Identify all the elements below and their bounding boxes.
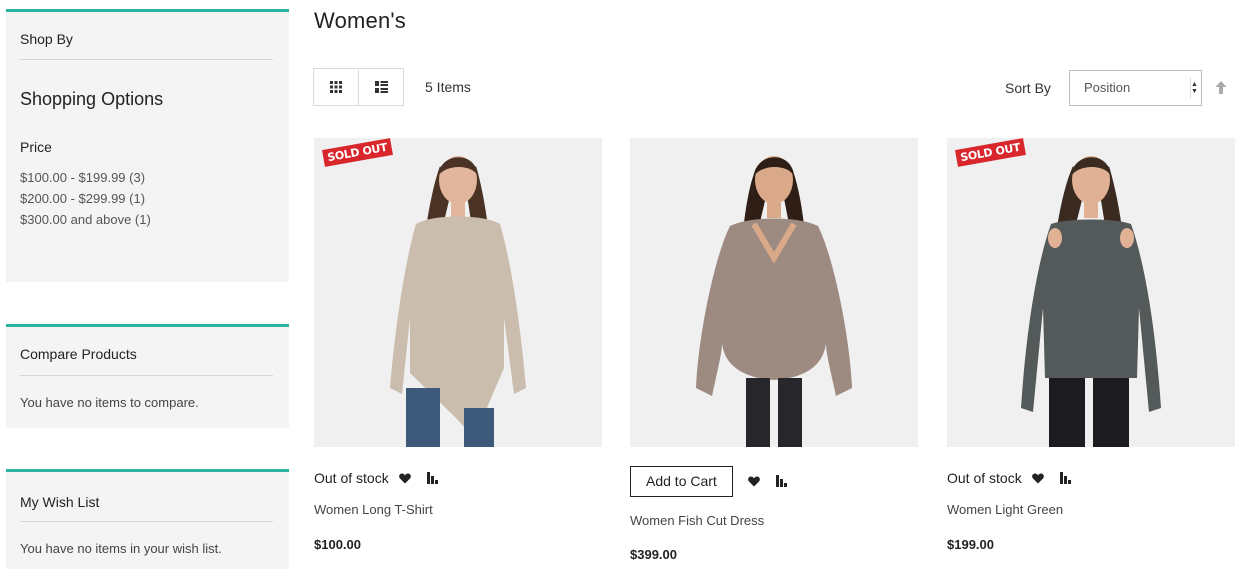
- compare-chart-icon[interactable]: [775, 475, 787, 487]
- product-image[interactable]: SOLD OUT: [314, 138, 602, 447]
- product-price: $399.00: [630, 547, 677, 562]
- product-photo-illustration: [630, 138, 918, 447]
- product-price: $100.00: [314, 537, 361, 552]
- sort-by-select[interactable]: Position ▲ ▼: [1069, 70, 1202, 106]
- product-name[interactable]: Women Light Green: [947, 502, 1063, 517]
- product-name[interactable]: Women Fish Cut Dress: [630, 513, 764, 528]
- product-name[interactable]: Women Long T-Shirt: [314, 502, 433, 517]
- compare-products-block: Compare Products You have no items to co…: [6, 324, 289, 428]
- shop-by-block: Shop By Shopping Options Price $100.00 -…: [6, 9, 289, 282]
- product-card: SOLD OUT Out of stock Women Light Green …: [947, 138, 1235, 552]
- wishlist-empty-text: You have no items in your wish list.: [20, 541, 222, 556]
- price-filter-list: $100.00 - $199.99 (3) $200.00 - $299.99 …: [20, 167, 151, 230]
- grid-icon: [330, 81, 342, 93]
- list-icon: [374, 81, 388, 93]
- product-card: SOLD OUT Out of stock Women Long T-Shirt…: [314, 138, 602, 552]
- stock-status: Out of stock: [314, 470, 389, 486]
- product-image[interactable]: [630, 138, 918, 447]
- select-arrows-icon: ▲ ▼: [1190, 77, 1198, 99]
- price-filter-option[interactable]: $100.00 - $199.99 (3): [20, 167, 151, 188]
- list-view-button[interactable]: [358, 68, 404, 106]
- divider: [20, 521, 273, 522]
- compare-chart-icon[interactable]: [426, 472, 438, 484]
- compare-chart-icon[interactable]: [1059, 472, 1071, 484]
- product-image[interactable]: SOLD OUT: [947, 138, 1235, 447]
- add-to-cart-button[interactable]: Add to Cart: [630, 465, 733, 497]
- wishlist-heart-icon[interactable]: [1031, 472, 1044, 484]
- price-filter-title: Price: [20, 139, 52, 155]
- price-filter-option[interactable]: $200.00 - $299.99 (1): [20, 188, 151, 209]
- sort-by-label: Sort By: [1005, 80, 1051, 96]
- divider: [20, 375, 273, 376]
- item-count: 5 Items: [425, 79, 471, 95]
- wishlist-heart-icon[interactable]: [398, 472, 411, 484]
- sort-selected-value: Position: [1084, 80, 1131, 95]
- stock-status: Out of stock: [947, 470, 1022, 486]
- wishlist-block: My Wish List You have no items in your w…: [6, 469, 289, 569]
- price-filter-option[interactable]: $300.00 and above (1): [20, 209, 151, 230]
- arrow-up-icon[interactable]: [1214, 80, 1228, 96]
- product-card: Add to Cart Women Fish Cut Dress $399.00: [630, 138, 918, 562]
- product-photo-illustration: [314, 138, 602, 447]
- shopping-options-title: Shopping Options: [20, 89, 164, 109]
- grid-view-button[interactable]: [313, 68, 359, 106]
- page-title: Women's: [314, 8, 406, 33]
- wishlist-title: My Wish List: [20, 494, 100, 510]
- compare-empty-text: You have no items to compare.: [20, 395, 199, 410]
- shop-by-title: Shop By: [20, 31, 73, 47]
- divider: [20, 59, 273, 60]
- product-photo-illustration: [947, 138, 1235, 447]
- compare-title: Compare Products: [20, 346, 137, 362]
- wishlist-heart-icon[interactable]: [747, 475, 760, 487]
- product-price: $199.00: [947, 537, 994, 552]
